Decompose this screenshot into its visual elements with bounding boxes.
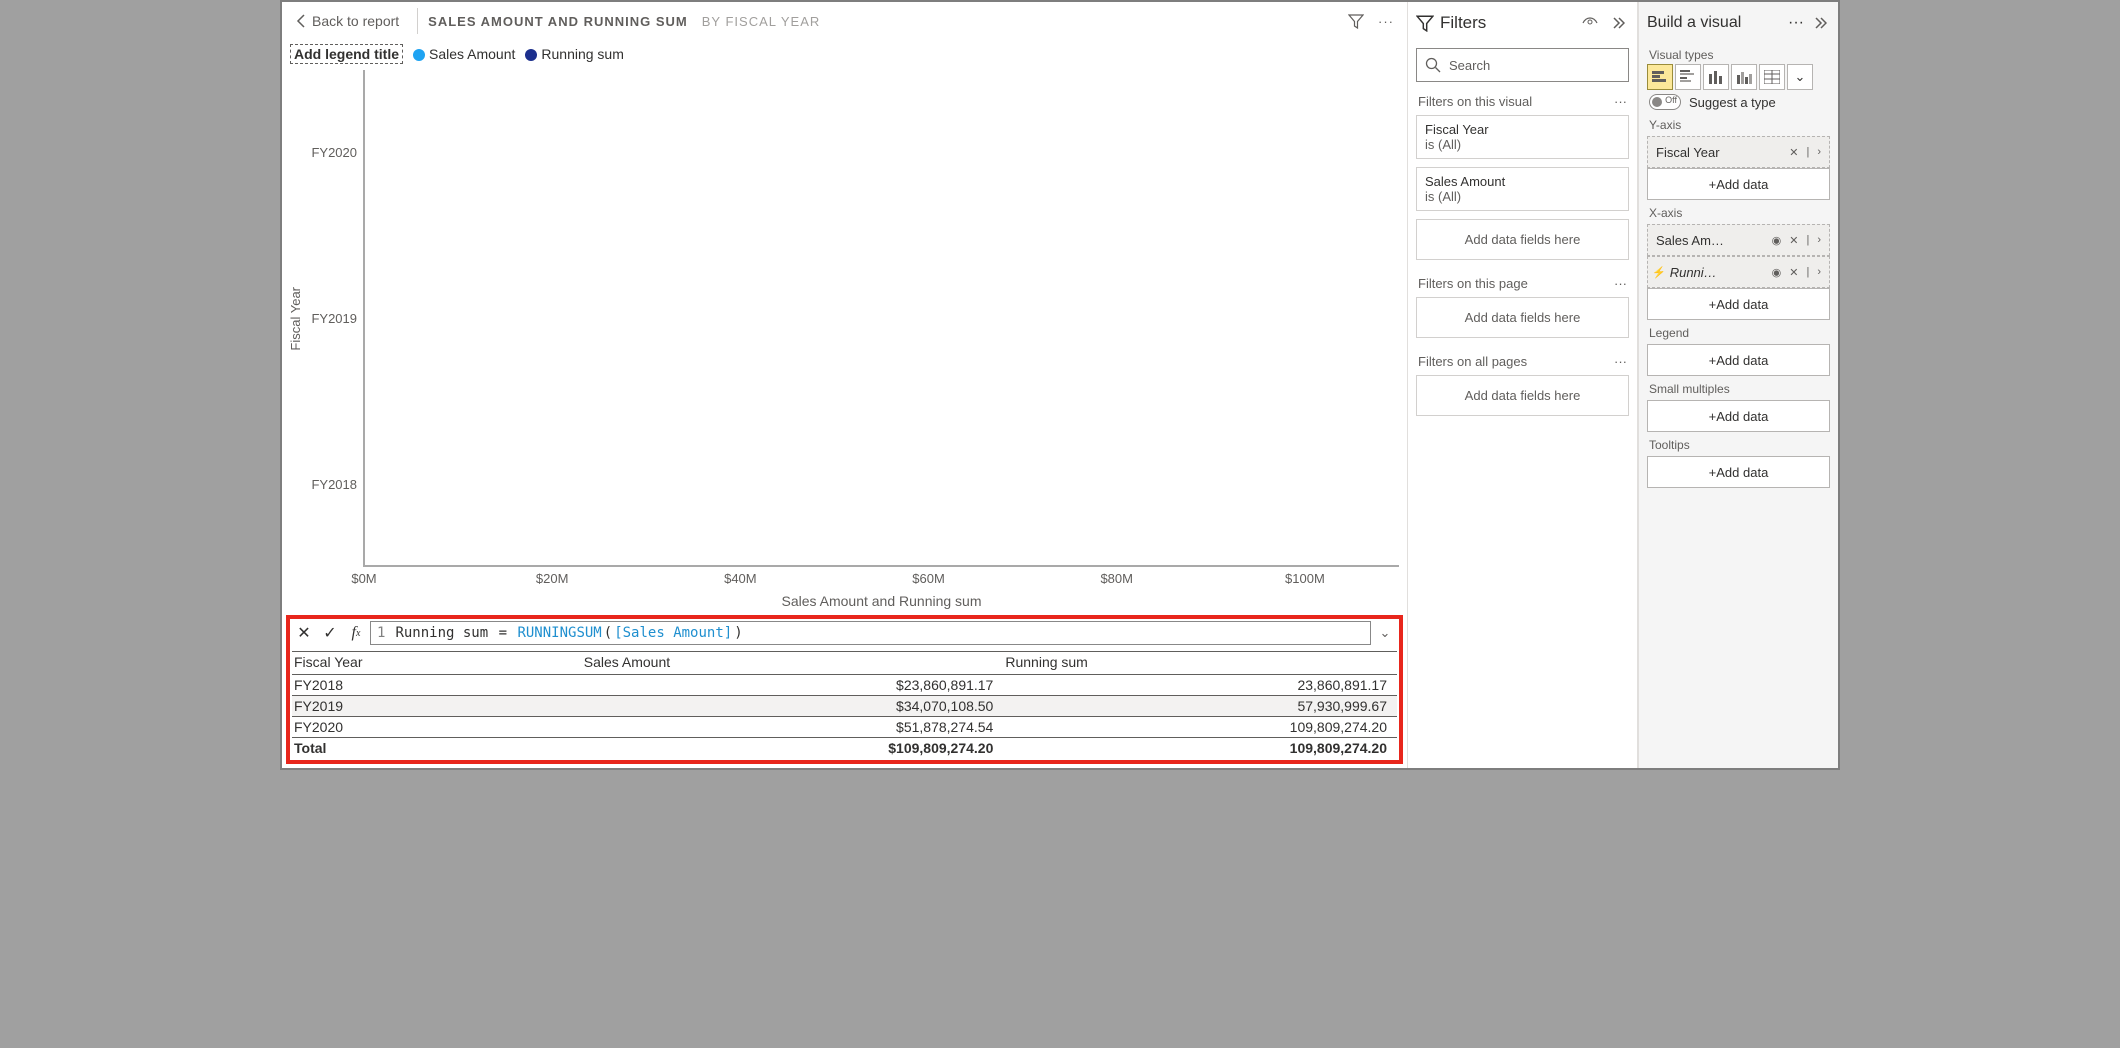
- x-tick-label: $40M: [724, 571, 757, 586]
- eye-icon[interactable]: ◉: [1772, 266, 1782, 279]
- formula-table-block: ✕ ✓ fx 1 Running sum = RUNNINGSUM ([Sale…: [286, 615, 1403, 764]
- visual-type-clustered-column[interactable]: [1703, 64, 1729, 90]
- filters-title: Filters: [1440, 13, 1486, 33]
- filter-card-sales-amount[interactable]: Sales Amount is (All): [1416, 167, 1629, 211]
- separator: [417, 8, 418, 34]
- measure-icon: ⚡: [1652, 266, 1666, 279]
- remove-field-icon[interactable]: ✕: [1789, 146, 1798, 159]
- filter-icon: [1416, 14, 1434, 32]
- visual-type-clustered-bar[interactable]: [1675, 64, 1701, 90]
- x-axis-title: Sales Amount and Running sum: [364, 593, 1399, 609]
- formula-expand-icon[interactable]: ⌄: [1373, 625, 1397, 641]
- filter-drop-page[interactable]: Add data fields here: [1416, 297, 1629, 338]
- xaxis-field-running-sum[interactable]: ⚡ Runni… ◉ ✕ | ›: [1647, 256, 1830, 288]
- table-row[interactable]: FY2018$23,860,891.1723,860,891.17: [292, 675, 1397, 696]
- back-label: Back to report: [312, 13, 399, 29]
- y-axis-title: Fiscal Year: [286, 287, 305, 351]
- build-title: Build a visual: [1647, 14, 1741, 32]
- tooltips-well-label: Tooltips: [1639, 434, 1838, 454]
- filter-icon[interactable]: [1341, 6, 1371, 36]
- more-options-icon[interactable]: ···: [1371, 6, 1401, 36]
- table-row[interactable]: FY2020$51,878,274.54109,809,274.20: [292, 717, 1397, 738]
- fx-icon: fx: [344, 621, 368, 645]
- eye-icon[interactable]: ◉: [1772, 234, 1782, 247]
- col-running-sum[interactable]: Running sum: [1003, 652, 1397, 675]
- x-tick-label: $0M: [351, 571, 376, 586]
- chevron-right-icon[interactable]: ›: [1817, 146, 1821, 158]
- eye-icon[interactable]: [1579, 8, 1601, 38]
- visual-type-more[interactable]: ⌄: [1787, 64, 1813, 90]
- filters-on-all-label: Filters on all pages: [1418, 354, 1527, 369]
- suggest-label: Suggest a type: [1689, 95, 1776, 110]
- remove-field-icon[interactable]: ✕: [1789, 266, 1798, 279]
- x-tick-label: $100M: [1285, 571, 1325, 586]
- yaxis-field-fiscal-year[interactable]: Fiscal Year ✕ | ›: [1647, 136, 1830, 168]
- filters-search-input[interactable]: Search: [1416, 48, 1629, 82]
- small-multiples-add-data-button[interactable]: +Add data: [1647, 400, 1830, 432]
- legend-add-data-button[interactable]: +Add data: [1647, 344, 1830, 376]
- chevron-right-icon[interactable]: ›: [1817, 234, 1821, 246]
- remove-field-icon[interactable]: ✕: [1789, 234, 1798, 247]
- chevron-right-icon[interactable]: ›: [1817, 266, 1821, 278]
- filter-card-fiscal-year[interactable]: Fiscal Year is (All): [1416, 115, 1629, 159]
- filter-drop-visual[interactable]: Add data fields here: [1416, 219, 1629, 260]
- collapse-filters-icon[interactable]: [1607, 8, 1629, 38]
- back-to-report[interactable]: Back to report: [288, 9, 407, 33]
- y-tick-label: FY2018: [305, 477, 357, 492]
- section-more-icon[interactable]: ···: [1614, 354, 1627, 369]
- y-tick-label: FY2020: [305, 145, 357, 160]
- data-table: Fiscal Year Sales Amount Running sum FY2…: [292, 651, 1397, 758]
- col-fiscal-year[interactable]: Fiscal Year: [292, 652, 582, 675]
- yaxis-well-label: Y-axis: [1639, 114, 1838, 134]
- visual-type-table[interactable]: [1759, 64, 1785, 90]
- x-tick-label: $80M: [1100, 571, 1133, 586]
- legend-title-placeholder[interactable]: Add legend title: [290, 44, 403, 64]
- legend-item-sales: Sales Amount: [413, 46, 515, 62]
- chevron-left-icon: [296, 14, 306, 28]
- table-row[interactable]: FY2019$34,070,108.5057,930,999.67: [292, 696, 1397, 717]
- filters-on-page-label: Filters on this page: [1418, 276, 1528, 291]
- yaxis-add-data-button[interactable]: +Add data: [1647, 168, 1830, 200]
- section-more-icon[interactable]: ···: [1614, 276, 1627, 291]
- xaxis-well-label: X-axis: [1639, 202, 1838, 222]
- formula-input[interactable]: 1 Running sum = RUNNINGSUM ([Sales Amoun…: [370, 621, 1371, 645]
- x-tick-label: $20M: [536, 571, 569, 586]
- legend-item-running: Running sum: [525, 46, 624, 62]
- visual-type-stacked-column[interactable]: [1731, 64, 1757, 90]
- x-tick-label: $60M: [912, 571, 945, 586]
- visual-type-stacked-bar[interactable]: [1647, 64, 1673, 90]
- suggest-type-toggle[interactable]: Off: [1649, 94, 1681, 110]
- tooltips-add-data-button[interactable]: +Add data: [1647, 456, 1830, 488]
- filters-on-visual-label: Filters on this visual: [1418, 94, 1532, 109]
- formula-commit-button[interactable]: ✓: [318, 621, 342, 645]
- xaxis-field-sales-amount[interactable]: Sales Am… ◉ ✕ | ›: [1647, 224, 1830, 256]
- visual-types-label: Visual types: [1639, 44, 1838, 64]
- search-icon: [1425, 57, 1441, 73]
- build-more-icon[interactable]: ···: [1788, 14, 1804, 32]
- formula-cancel-button[interactable]: ✕: [292, 621, 316, 645]
- small-multiples-well-label: Small multiples: [1639, 378, 1838, 398]
- y-tick-label: FY2019: [305, 311, 357, 326]
- section-more-icon[interactable]: ···: [1614, 94, 1627, 109]
- x-axis: $0M$20M$40M$60M$80M$100M: [364, 567, 1399, 591]
- filter-drop-all[interactable]: Add data fields here: [1416, 375, 1629, 416]
- table-total-row: Total$109,809,274.20109,809,274.20: [292, 738, 1397, 759]
- col-sales-amount[interactable]: Sales Amount: [582, 652, 1004, 675]
- visual-subtitle: BY FISCAL YEAR: [702, 14, 821, 29]
- xaxis-add-data-button[interactable]: +Add data: [1647, 288, 1830, 320]
- visual-title: SALES AMOUNT AND RUNNING SUM: [428, 14, 688, 29]
- chart-legend: Add legend title Sales Amount Running su…: [290, 44, 1399, 64]
- collapse-build-icon[interactable]: [1810, 8, 1830, 38]
- legend-well-label: Legend: [1639, 322, 1838, 342]
